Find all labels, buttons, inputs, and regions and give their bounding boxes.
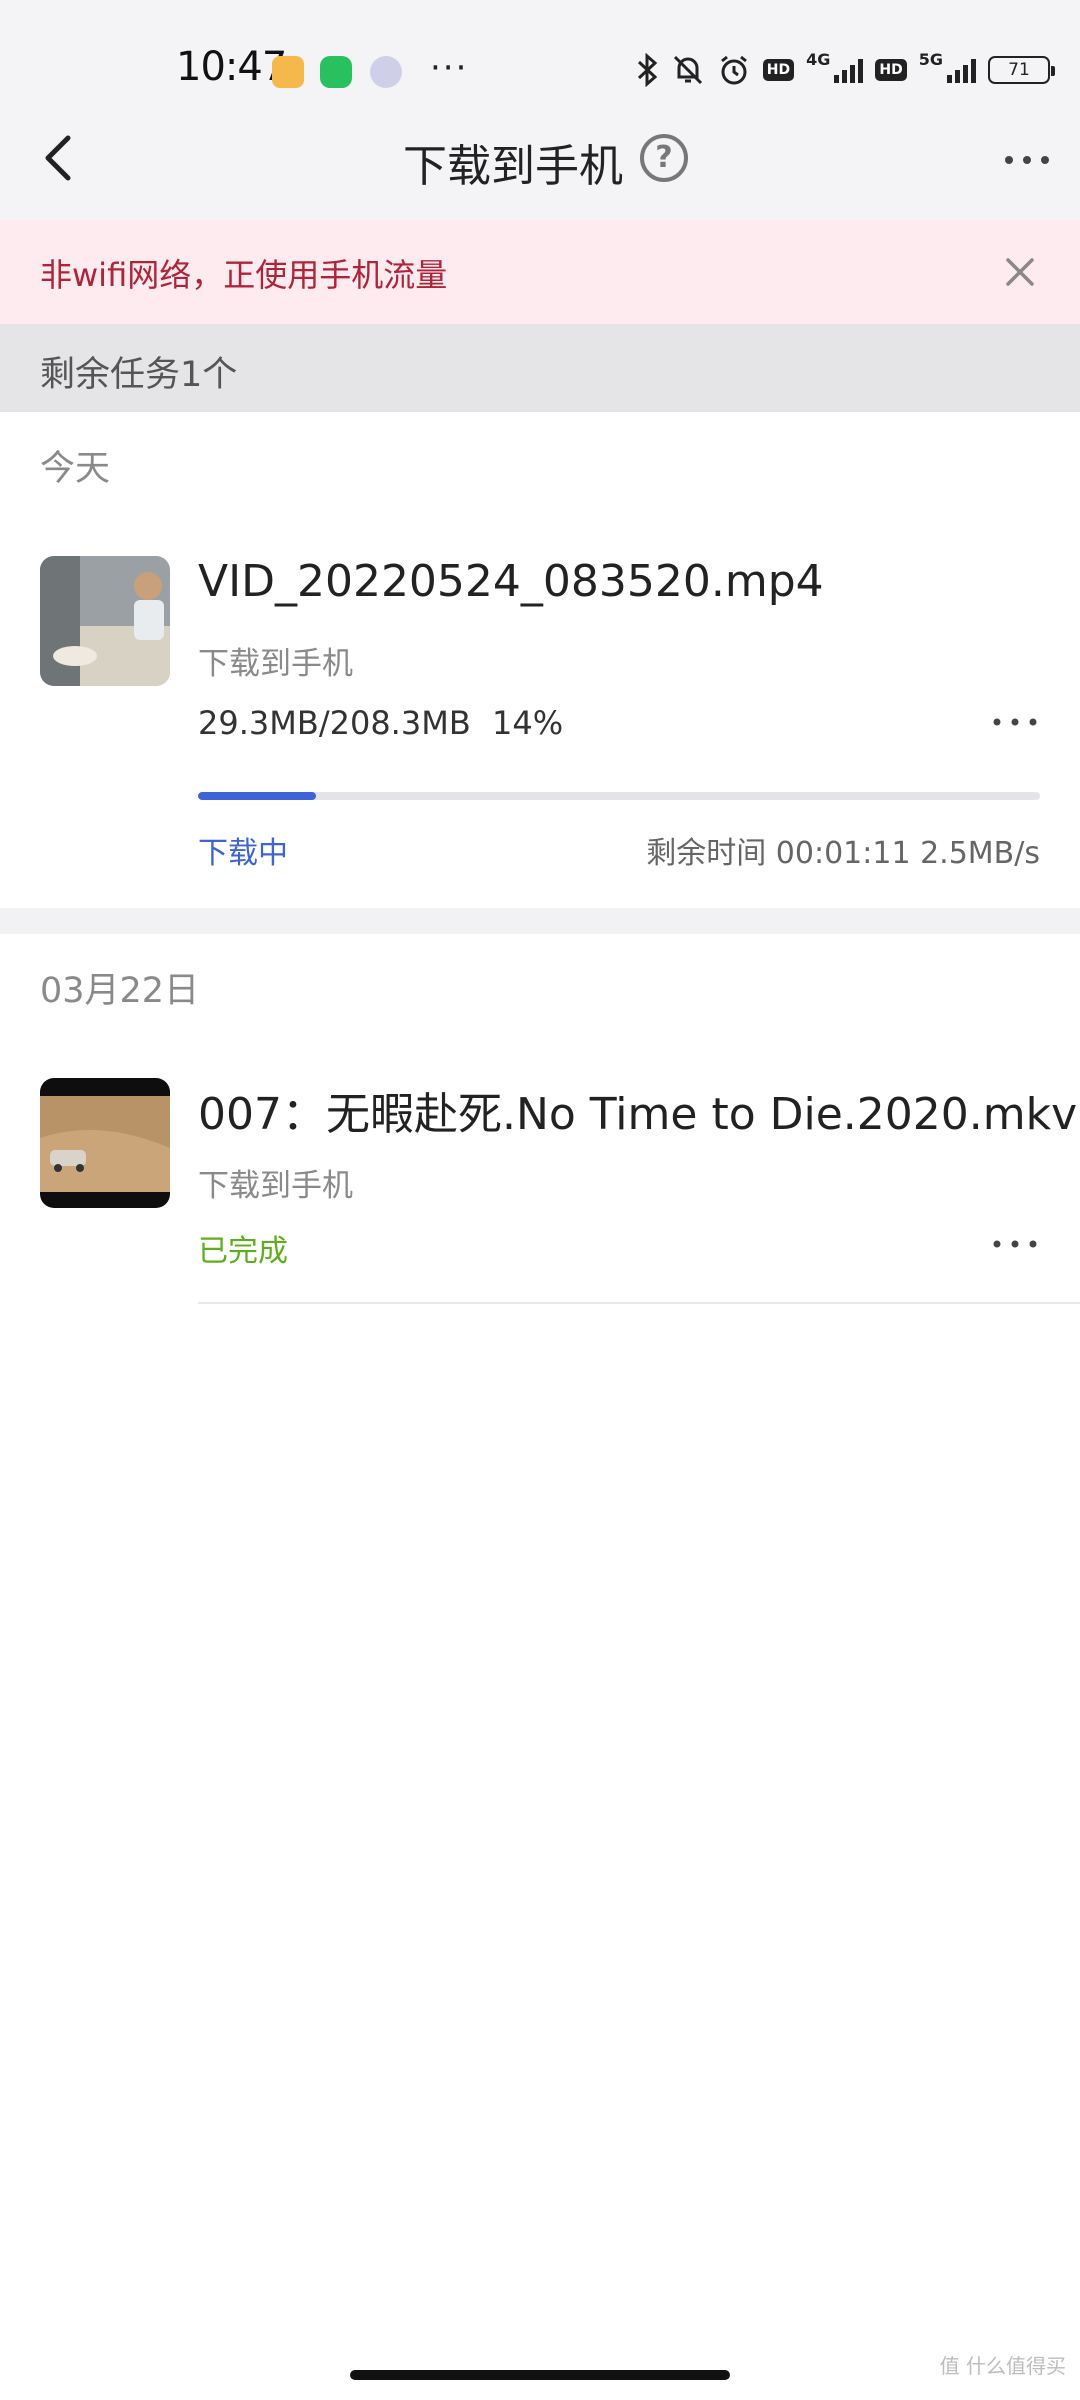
remaining-tasks-bar: 剩余任务1个	[0, 324, 1080, 412]
mute-bell-icon	[673, 55, 702, 85]
signal-icon	[834, 57, 864, 83]
alarm-icon	[720, 55, 747, 85]
video-thumbnail-image	[40, 1078, 170, 1208]
hd-badge-2: HD	[875, 59, 907, 81]
battery-icon: 71	[988, 56, 1055, 84]
more-options-icon[interactable]	[1002, 140, 1052, 180]
video-thumbnail	[40, 1078, 170, 1208]
group-label-date: 03月22日	[40, 971, 200, 1011]
item-divider	[198, 1302, 1080, 1304]
help-icon[interactable]: ?	[640, 134, 688, 182]
download-status: 已完成	[198, 1234, 288, 1269]
video-thumbnail	[40, 556, 170, 686]
notification-app-icon	[272, 56, 304, 88]
file-name: 007：无暇赴死.No Time to Die.2020.mkv	[198, 1089, 1078, 1140]
download-destination: 下载到手机	[198, 646, 353, 682]
download-progress-bar	[198, 792, 1040, 800]
group-label-today: 今天	[40, 449, 111, 489]
status-time: 10:47	[176, 44, 287, 90]
network-type-1: 4G	[806, 49, 831, 69]
item-more-icon[interactable]	[990, 1234, 1040, 1254]
bluetooth-icon	[637, 53, 658, 87]
network-warning-banner: 非wifi网络，正使用手机流量	[0, 220, 1080, 324]
more-notifications-icon: ···	[430, 48, 469, 88]
close-icon[interactable]	[998, 250, 1042, 294]
download-progress-fill	[198, 792, 316, 800]
file-name: VID_20220524_083520.mp4	[198, 556, 824, 607]
watermark: 值 什么值得买	[939, 2354, 1066, 2378]
item-more-icon[interactable]	[990, 712, 1040, 732]
section-divider	[0, 908, 1080, 934]
network-type-2: 5G	[918, 49, 943, 69]
remaining-tasks-text: 剩余任务1个	[40, 355, 238, 395]
top-navigation-bar: 下载到手机 ?	[0, 100, 1080, 220]
camera-app-icon	[370, 56, 402, 88]
page-title: 下载到手机	[403, 141, 623, 192]
network-warning-text: 非wifi网络，正使用手机流量	[40, 256, 448, 294]
home-indicator[interactable]	[350, 2370, 730, 2380]
download-size: 29.3MB/208.3MB	[198, 704, 471, 742]
download-status: 下载中	[198, 836, 288, 871]
remaining-time-speed: 剩余时间 00:01:11 2.5MB/s	[646, 836, 1040, 871]
status-right-cluster: HD 4G HD 5G 71	[635, 49, 1055, 90]
signal-icon-2	[947, 57, 976, 83]
wechat-icon	[320, 56, 352, 88]
download-percent: 14%	[492, 704, 564, 742]
hd-badge: HD	[762, 59, 795, 81]
video-thumbnail-image	[40, 556, 170, 686]
download-destination: 下载到手机	[198, 1168, 353, 1204]
